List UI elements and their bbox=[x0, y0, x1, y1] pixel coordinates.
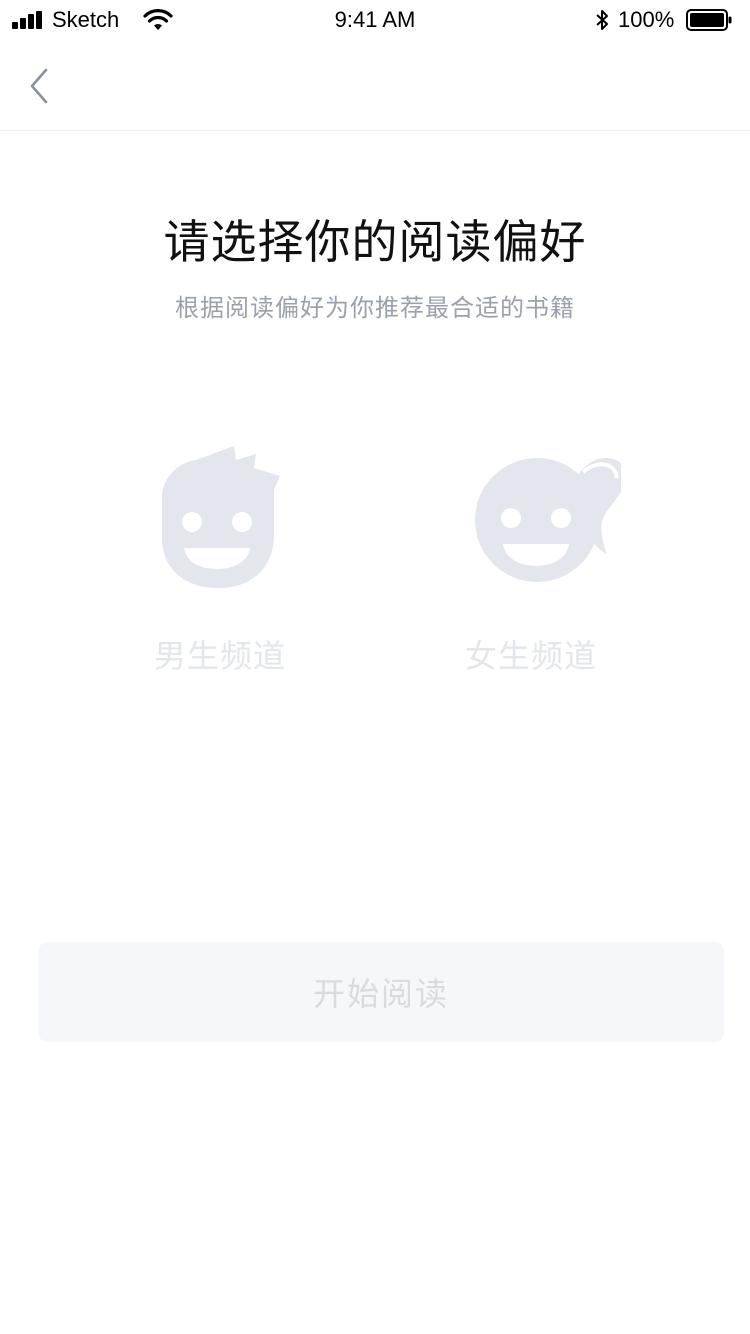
battery-icon bbox=[686, 9, 732, 31]
chevron-left-icon bbox=[30, 68, 48, 104]
back-button[interactable] bbox=[22, 66, 56, 106]
page-subtitle: 根据阅读偏好为你推荐最合适的书籍 bbox=[175, 294, 575, 322]
battery-percent: 100% bbox=[618, 7, 675, 32]
boy-face-icon bbox=[162, 446, 280, 588]
channel-male-label: 男生频道 bbox=[153, 637, 286, 675]
bluetooth-icon bbox=[596, 10, 608, 30]
channel-female-label: 女生频道 bbox=[464, 637, 597, 675]
channel-female[interactable]: 女生频道 bbox=[421, 438, 641, 688]
start-reading-button[interactable]: 开始阅读 bbox=[38, 942, 724, 1042]
page-title: 请选择你的阅读偏好 bbox=[163, 215, 587, 269]
girl-face-icon bbox=[475, 458, 621, 582]
channel-male[interactable]: 男生频道 bbox=[110, 438, 330, 688]
status-bar: Sketch 9:41 AM 100% bbox=[0, 0, 750, 40]
navigation-bar bbox=[0, 40, 750, 131]
